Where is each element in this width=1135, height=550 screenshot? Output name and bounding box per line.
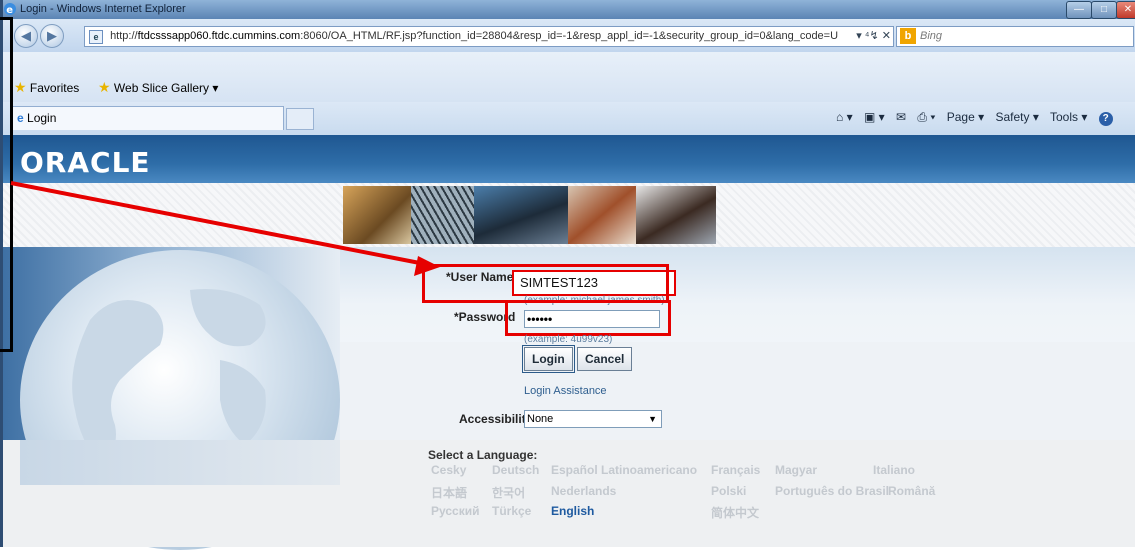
accessibility-label: Accessibility [459, 412, 533, 426]
language-link[interactable]: Nederlands [551, 484, 616, 498]
language-link[interactable]: Magyar [775, 463, 817, 477]
language-link[interactable]: Deutsch [492, 463, 539, 477]
password-highlight-box [505, 300, 671, 336]
url-domain: ftdcsssapp060.ftdc.cummins.com [137, 30, 301, 42]
mail-icon[interactable]: ✉ [896, 110, 906, 124]
photo-people [343, 186, 411, 244]
password-example: (example: 4u99v23) [524, 334, 613, 345]
language-link[interactable]: 简体中文 [711, 504, 759, 521]
language-title: Select a Language: [428, 448, 538, 462]
favorites-label: Favorites [29, 81, 80, 95]
page-menu[interactable]: Page ▾ [947, 110, 984, 124]
new-tab-button[interactable] [286, 108, 314, 130]
print-icon[interactable]: ⎙ ▾ [917, 110, 935, 124]
language-link[interactable]: Türkçe [492, 504, 531, 518]
language-link[interactable]: 日本語 [431, 484, 467, 501]
photo-headset-woman [568, 186, 636, 244]
close-window-button[interactable]: ✕ [1116, 1, 1135, 19]
svg-text:e: e [6, 5, 13, 16]
home-icon[interactable]: ⌂ ▾ [836, 110, 853, 124]
photo-businessman [636, 186, 716, 244]
language-link[interactable]: Cesky [431, 463, 466, 477]
ie-logo-icon: e [3, 2, 17, 16]
help-icon[interactable]: ? [1098, 112, 1113, 126]
language-link[interactable]: Italiano [873, 463, 915, 477]
username-highlight-box [422, 264, 669, 303]
tab-login[interactable]: e Login [12, 106, 284, 130]
url-prefix: http:// [110, 30, 138, 42]
add-favorite-icon: ★ [98, 79, 111, 95]
photo-headset-man [474, 186, 568, 244]
command-bar: ⌂ ▾ ▣ ▾ ✉ ⎙ ▾ Page ▾ Safety ▾ Tools ▾ ? [836, 106, 1121, 128]
refresh-stop-icons[interactable]: ▾ ⁴↯ ✕ [856, 29, 891, 42]
tools-menu[interactable]: Tools ▾ [1050, 110, 1087, 124]
chevron-down-icon: ▼ [648, 414, 657, 424]
language-link[interactable]: 한국어 [492, 484, 525, 501]
minimize-button[interactable]: — [1066, 1, 1092, 19]
address-bar-row: ◀ ▶ e http://ftdcsssapp060.ftdc.cummins.… [0, 19, 1135, 52]
oracle-banner [0, 135, 1135, 183]
window-title: Login - Windows Internet Explorer [20, 3, 186, 15]
web-slice-gallery-link[interactable]: ★ Web Slice Gallery ▾ [98, 78, 218, 96]
language-link[interactable]: Polski [711, 484, 746, 498]
language-link[interactable]: Русский [431, 504, 480, 518]
photo-tower [411, 186, 474, 244]
forward-button[interactable]: ▶ [40, 24, 64, 48]
language-link-active[interactable]: English [551, 504, 594, 518]
ie-tab-icon: e [17, 111, 24, 125]
login-assistance-link[interactable]: Login Assistance [524, 385, 607, 397]
language-link[interactable]: Français [711, 463, 760, 477]
cancel-button[interactable]: Cancel [577, 347, 633, 371]
oracle-logo: ORACLE [20, 146, 151, 179]
bing-logo-icon: b [900, 28, 916, 44]
web-slice-label: Web Slice Gallery ▾ [113, 81, 219, 95]
url-path: :8060/OA_HTML/RF.jsp?function_id=28804&r… [300, 30, 839, 42]
language-link[interactable]: Español Latinoamericano [551, 463, 697, 477]
back-button[interactable]: ◀ [14, 24, 38, 48]
search-placeholder: Bing [920, 30, 943, 42]
accessibility-value: None [527, 413, 554, 425]
language-link[interactable]: Português do Brasil [775, 484, 889, 498]
page-icon: e [89, 30, 103, 44]
login-button[interactable]: Login [522, 345, 575, 373]
safety-menu[interactable]: Safety ▾ [995, 110, 1038, 124]
url-input[interactable]: e http://ftdcsssapp060.ftdc.cummins.com:… [84, 26, 894, 47]
callout-bracket [0, 17, 13, 352]
favorites-button[interactable]: ★ Favorites [14, 78, 79, 96]
window-titlebar: e Login - Windows Internet Explorer — □ … [0, 0, 1135, 19]
accessibility-select[interactable]: None ▼ [524, 410, 662, 428]
language-link[interactable]: Română [888, 484, 935, 498]
globe-bottom [20, 440, 340, 485]
maximize-button[interactable]: □ [1091, 1, 1117, 19]
search-input[interactable]: b Bing [896, 26, 1134, 47]
tab-login-label: Login [27, 111, 57, 125]
star-icon: ★ [14, 79, 27, 95]
feeds-icon[interactable]: ▣ ▾ [864, 110, 885, 124]
